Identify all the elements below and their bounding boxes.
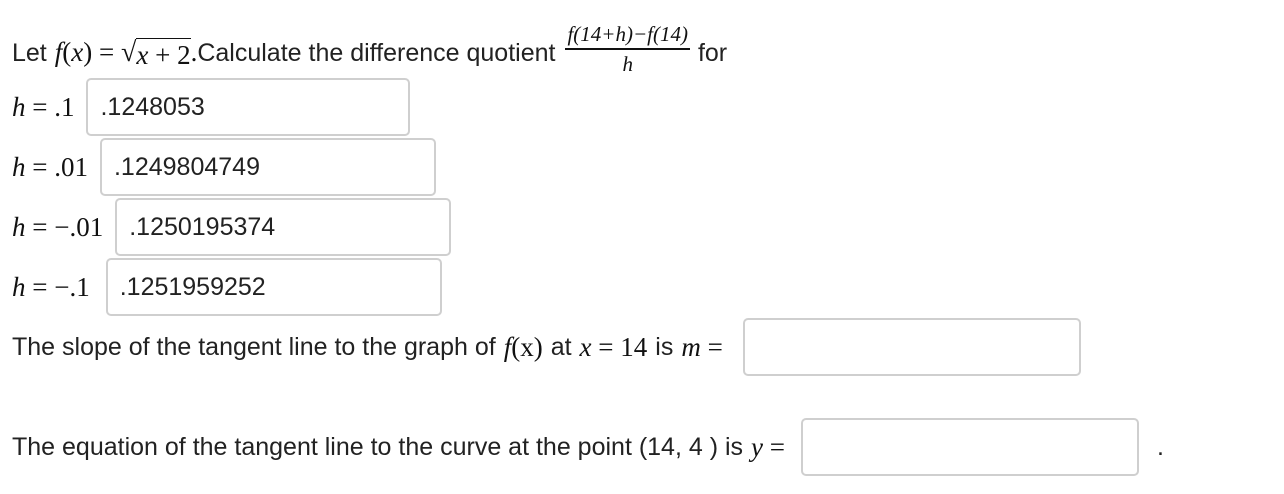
answer-input-h-neg-0.1[interactable]: .1251959252	[105, 258, 442, 316]
at-label: at	[550, 332, 572, 361]
instruction-text: Calculate the difference quotient	[197, 38, 556, 67]
trailing-period: .	[1157, 432, 1164, 461]
problem-statement: Let f(x) = √ x + 2. Calculate the differe…	[12, 22, 727, 84]
h-label: h = .01	[12, 151, 88, 182]
difference-quotient-fraction: f(14+h)−f(14) h	[565, 23, 690, 76]
tangent-text: The equation of the tangent line to the …	[12, 432, 744, 461]
h-label: h = −.1	[12, 271, 90, 302]
tangent-equation-input[interactable]	[801, 418, 1139, 476]
h-row-4: h = −.1 .1251959252	[12, 258, 442, 316]
for-label: for	[697, 38, 728, 67]
let-label: Let	[12, 38, 47, 67]
h-label: h = −.01	[12, 211, 104, 242]
slope-question: The slope of the tangent line to the gra…	[12, 318, 1081, 376]
fraction-denominator: h	[622, 51, 633, 76]
x-value: x = 14	[579, 331, 648, 362]
slope-input[interactable]	[742, 318, 1081, 376]
slope-text: The slope of the tangent line to the gra…	[12, 332, 496, 361]
m-label: m =	[681, 331, 723, 362]
h-row-3: h = −.01 .1250195374	[12, 198, 452, 256]
is-label: is	[655, 332, 674, 361]
h-label: h = .1	[12, 91, 75, 122]
answer-input-h-0.1[interactable]: .1248053	[86, 78, 411, 136]
y-label: y =	[751, 431, 785, 462]
h-row-2: h = .01 .1249804749	[12, 138, 436, 196]
slope-function: f(x)	[503, 331, 543, 362]
fraction-numerator: f(14+h)−f(14)	[565, 23, 690, 50]
h-row-1: h = .1 .1248053	[12, 78, 411, 136]
function-expression: f(x) = √ x + 2.	[54, 36, 198, 70]
answer-input-h-0.01[interactable]: .1249804749	[99, 138, 436, 196]
tangent-question: The equation of the tangent line to the …	[12, 418, 1164, 476]
answer-input-h-neg-0.01[interactable]: .1250195374	[115, 198, 452, 256]
sqrt-expression: √ x + 2	[120, 36, 191, 70]
